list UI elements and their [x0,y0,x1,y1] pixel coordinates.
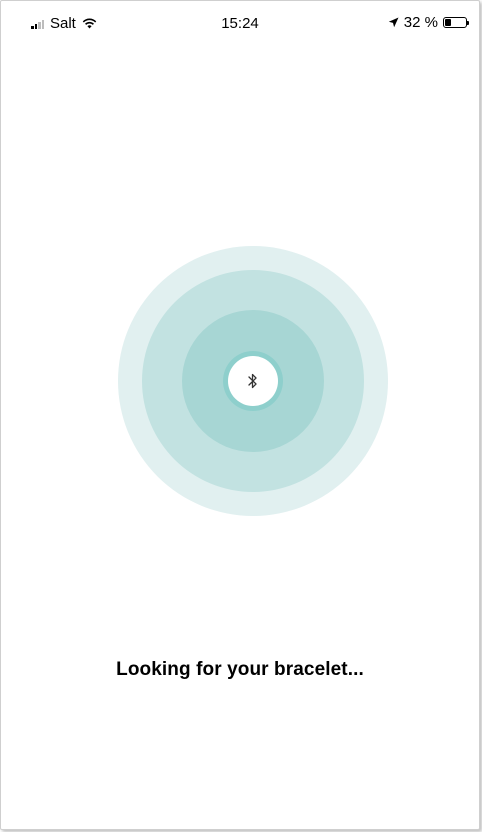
battery-percentage: 32 % [403,14,438,31]
status-bar: Salt 15:24 32 % [1,1,479,45]
bluetooth-icon [248,373,257,389]
status-right: 32 % [388,14,469,31]
status-message: Looking for your bracelet... [116,659,364,680]
battery-level [445,19,452,26]
battery-icon [443,17,469,28]
bluetooth-button[interactable] [228,356,278,406]
location-arrow-icon [388,17,399,28]
phone-screen: Salt 15:24 32 % Looking for your bracele… [0,0,480,830]
